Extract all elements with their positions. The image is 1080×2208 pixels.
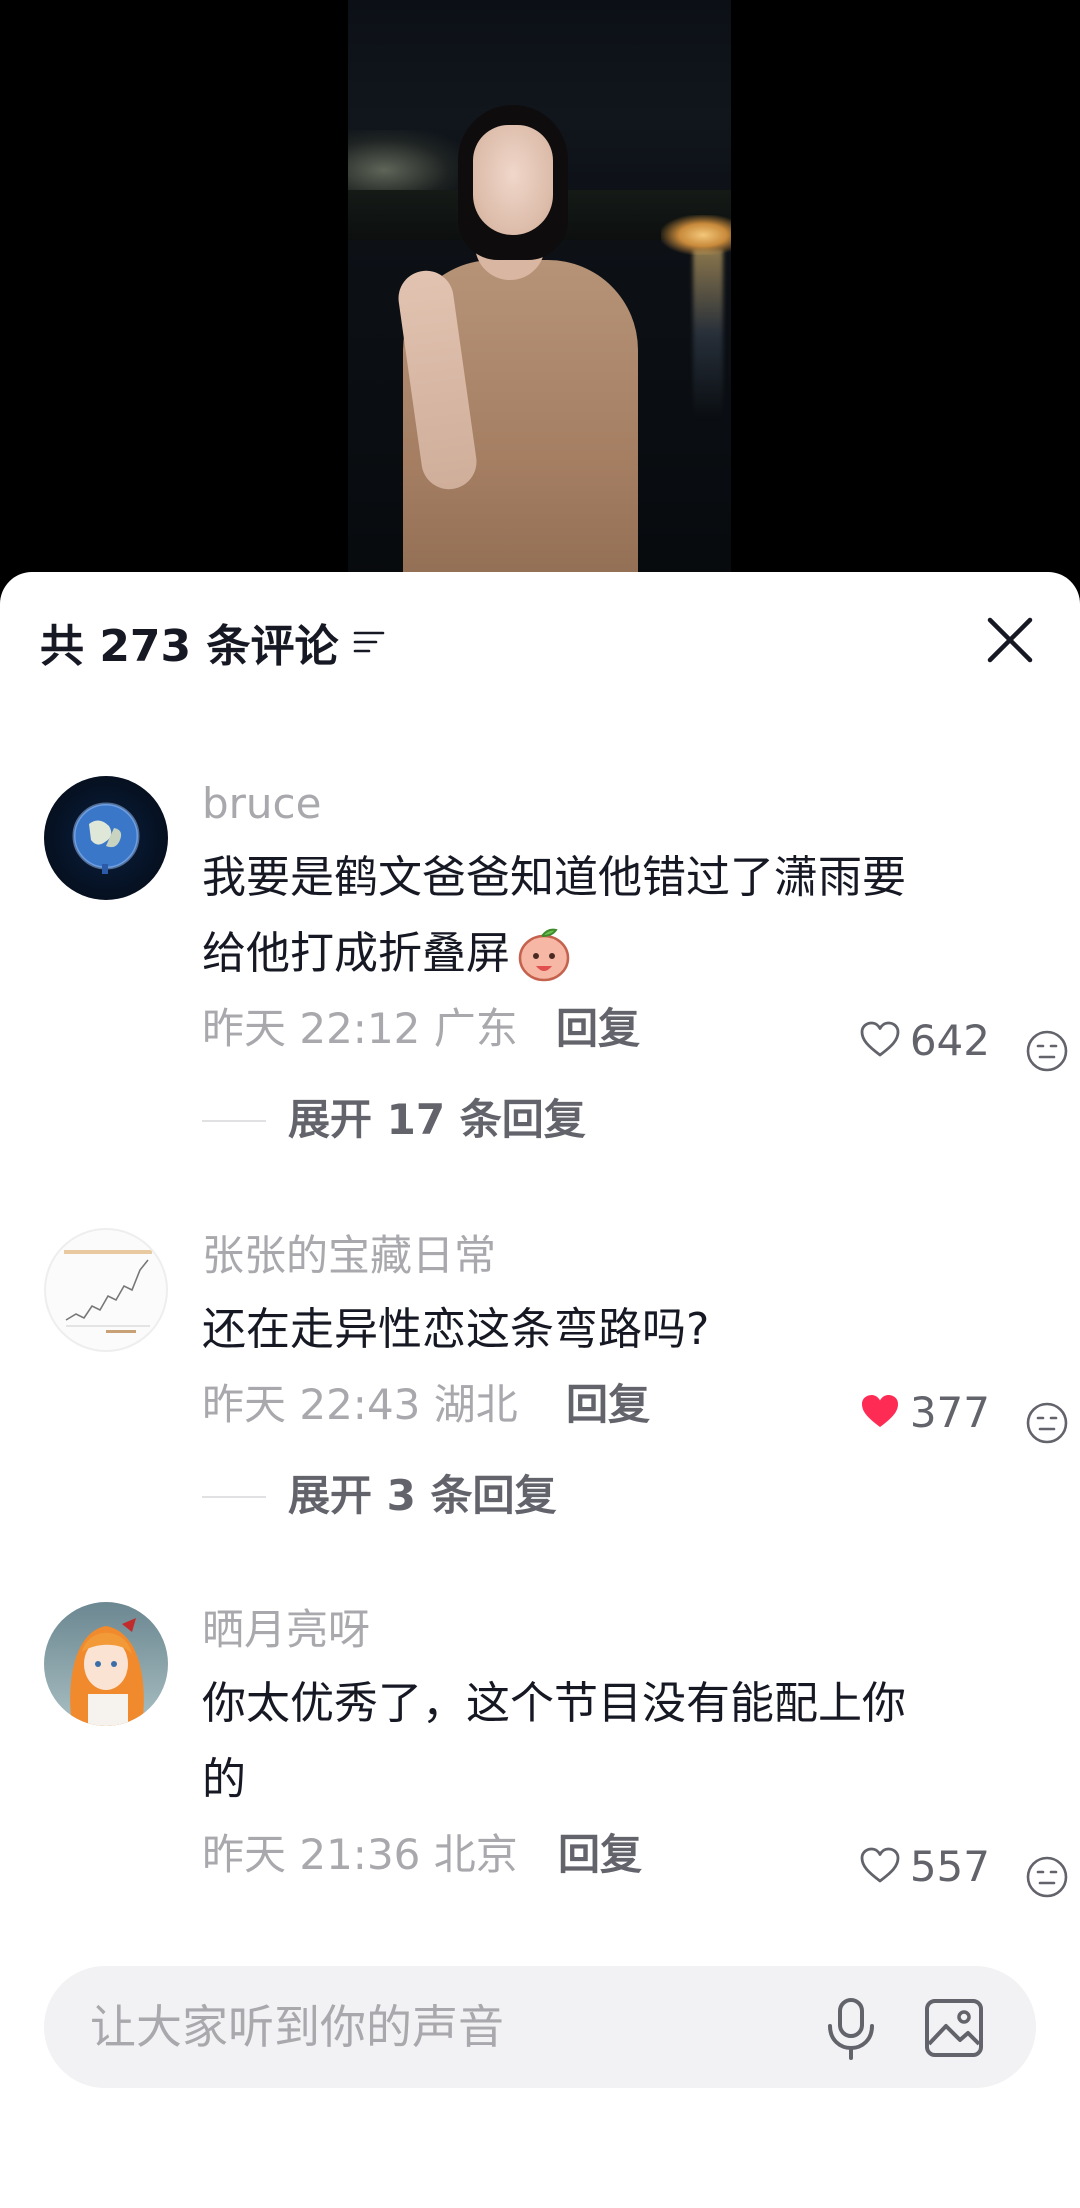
expand-replies[interactable]: 展开 3 条回复 <box>202 1458 1022 1534</box>
heart-filled-icon <box>861 1395 898 1427</box>
expand-replies[interactable]: 展开 17 条回复 <box>202 1082 1022 1158</box>
reply-button[interactable]: 回复 <box>558 1820 642 1890</box>
image-icon[interactable] <box>922 1996 986 2060</box>
comment-time-location: 昨天 22:12 广东 <box>202 1004 518 1053</box>
close-icon[interactable] <box>980 610 1040 670</box>
sort-filter-icon[interactable] <box>352 625 386 659</box>
heart-outline-icon <box>860 1021 900 1057</box>
peach-emoji-icon <box>518 928 570 982</box>
reply-button[interactable]: 回复 <box>566 1370 650 1440</box>
comment-count-title: 共 273 条评论 <box>40 621 339 672</box>
comment-input-bar[interactable]: 让大家听到你的声音 <box>44 1966 1036 2088</box>
comment-input-placeholder: 让大家听到你的声音 <box>90 2000 504 2054</box>
comment-time-location: 昨天 22:43 湖北 <box>202 1380 518 1429</box>
like-count: 642 <box>909 1015 990 1065</box>
username[interactable]: bruce <box>202 776 1022 832</box>
comment-sheet: 共 273 条评论 bruce 我要是鹤文爸爸知道他错过了潇雨要 给他打成折叠屏… <box>0 572 1080 2208</box>
video-player[interactable] <box>0 0 1080 600</box>
expand-replies-label: 展开 17 条回复 <box>288 1095 586 1144</box>
comment-item: bruce 我要是鹤文爸爸知道他错过了潇雨要 给他打成折叠屏 昨天 22:12 … <box>0 776 1080 1144</box>
comment-item: 张张的宝藏日常 还在走异性恋这条弯路吗? 昨天 22:43 湖北 回复 展开 3… <box>0 1228 1080 1528</box>
scroll-fade <box>0 1924 1080 1966</box>
like-count: 557 <box>909 1841 990 1891</box>
comment-text: 我要是鹤文爸爸知道他错过了潇雨要 给他打成折叠屏 <box>202 840 1022 992</box>
comments-header: 共 273 条评论 <box>40 612 386 672</box>
reply-button[interactable]: 回复 <box>556 994 640 1064</box>
dislike-face-icon[interactable] <box>1024 1400 1070 1446</box>
like-count: 377 <box>909 1387 990 1437</box>
divider-line <box>202 1120 266 1122</box>
like-button[interactable]: 642 <box>858 1015 990 1065</box>
microphone-icon[interactable] <box>820 1996 882 2062</box>
comment-text: 还在走异性恋这条弯路吗? <box>202 1304 710 1355</box>
dislike-face-icon[interactable] <box>1024 1028 1070 1074</box>
username[interactable]: 晒月亮呀 <box>202 1602 1022 1658</box>
like-button[interactable]: 557 <box>858 1841 990 1891</box>
expand-replies-label: 展开 3 条回复 <box>288 1471 557 1520</box>
avatar[interactable] <box>44 776 168 900</box>
divider-line <box>202 1496 266 1498</box>
video-frame <box>348 0 731 600</box>
like-button[interactable]: 377 <box>858 1387 990 1437</box>
dislike-face-icon[interactable] <box>1024 1854 1070 1900</box>
avatar[interactable] <box>44 1228 168 1352</box>
username[interactable]: 张张的宝藏日常 <box>202 1228 1022 1284</box>
comment-item: 晒月亮呀 你太优秀了，这个节目没有能配上你 的 昨天 21:36 北京 回复 5… <box>0 1602 1080 1942</box>
avatar[interactable] <box>44 1602 168 1726</box>
comment-time-location: 昨天 21:36 北京 <box>202 1830 518 1879</box>
comment-text: 你太优秀了，这个节目没有能配上你 的 <box>202 1678 906 1805</box>
heart-outline-icon <box>860 1847 900 1883</box>
